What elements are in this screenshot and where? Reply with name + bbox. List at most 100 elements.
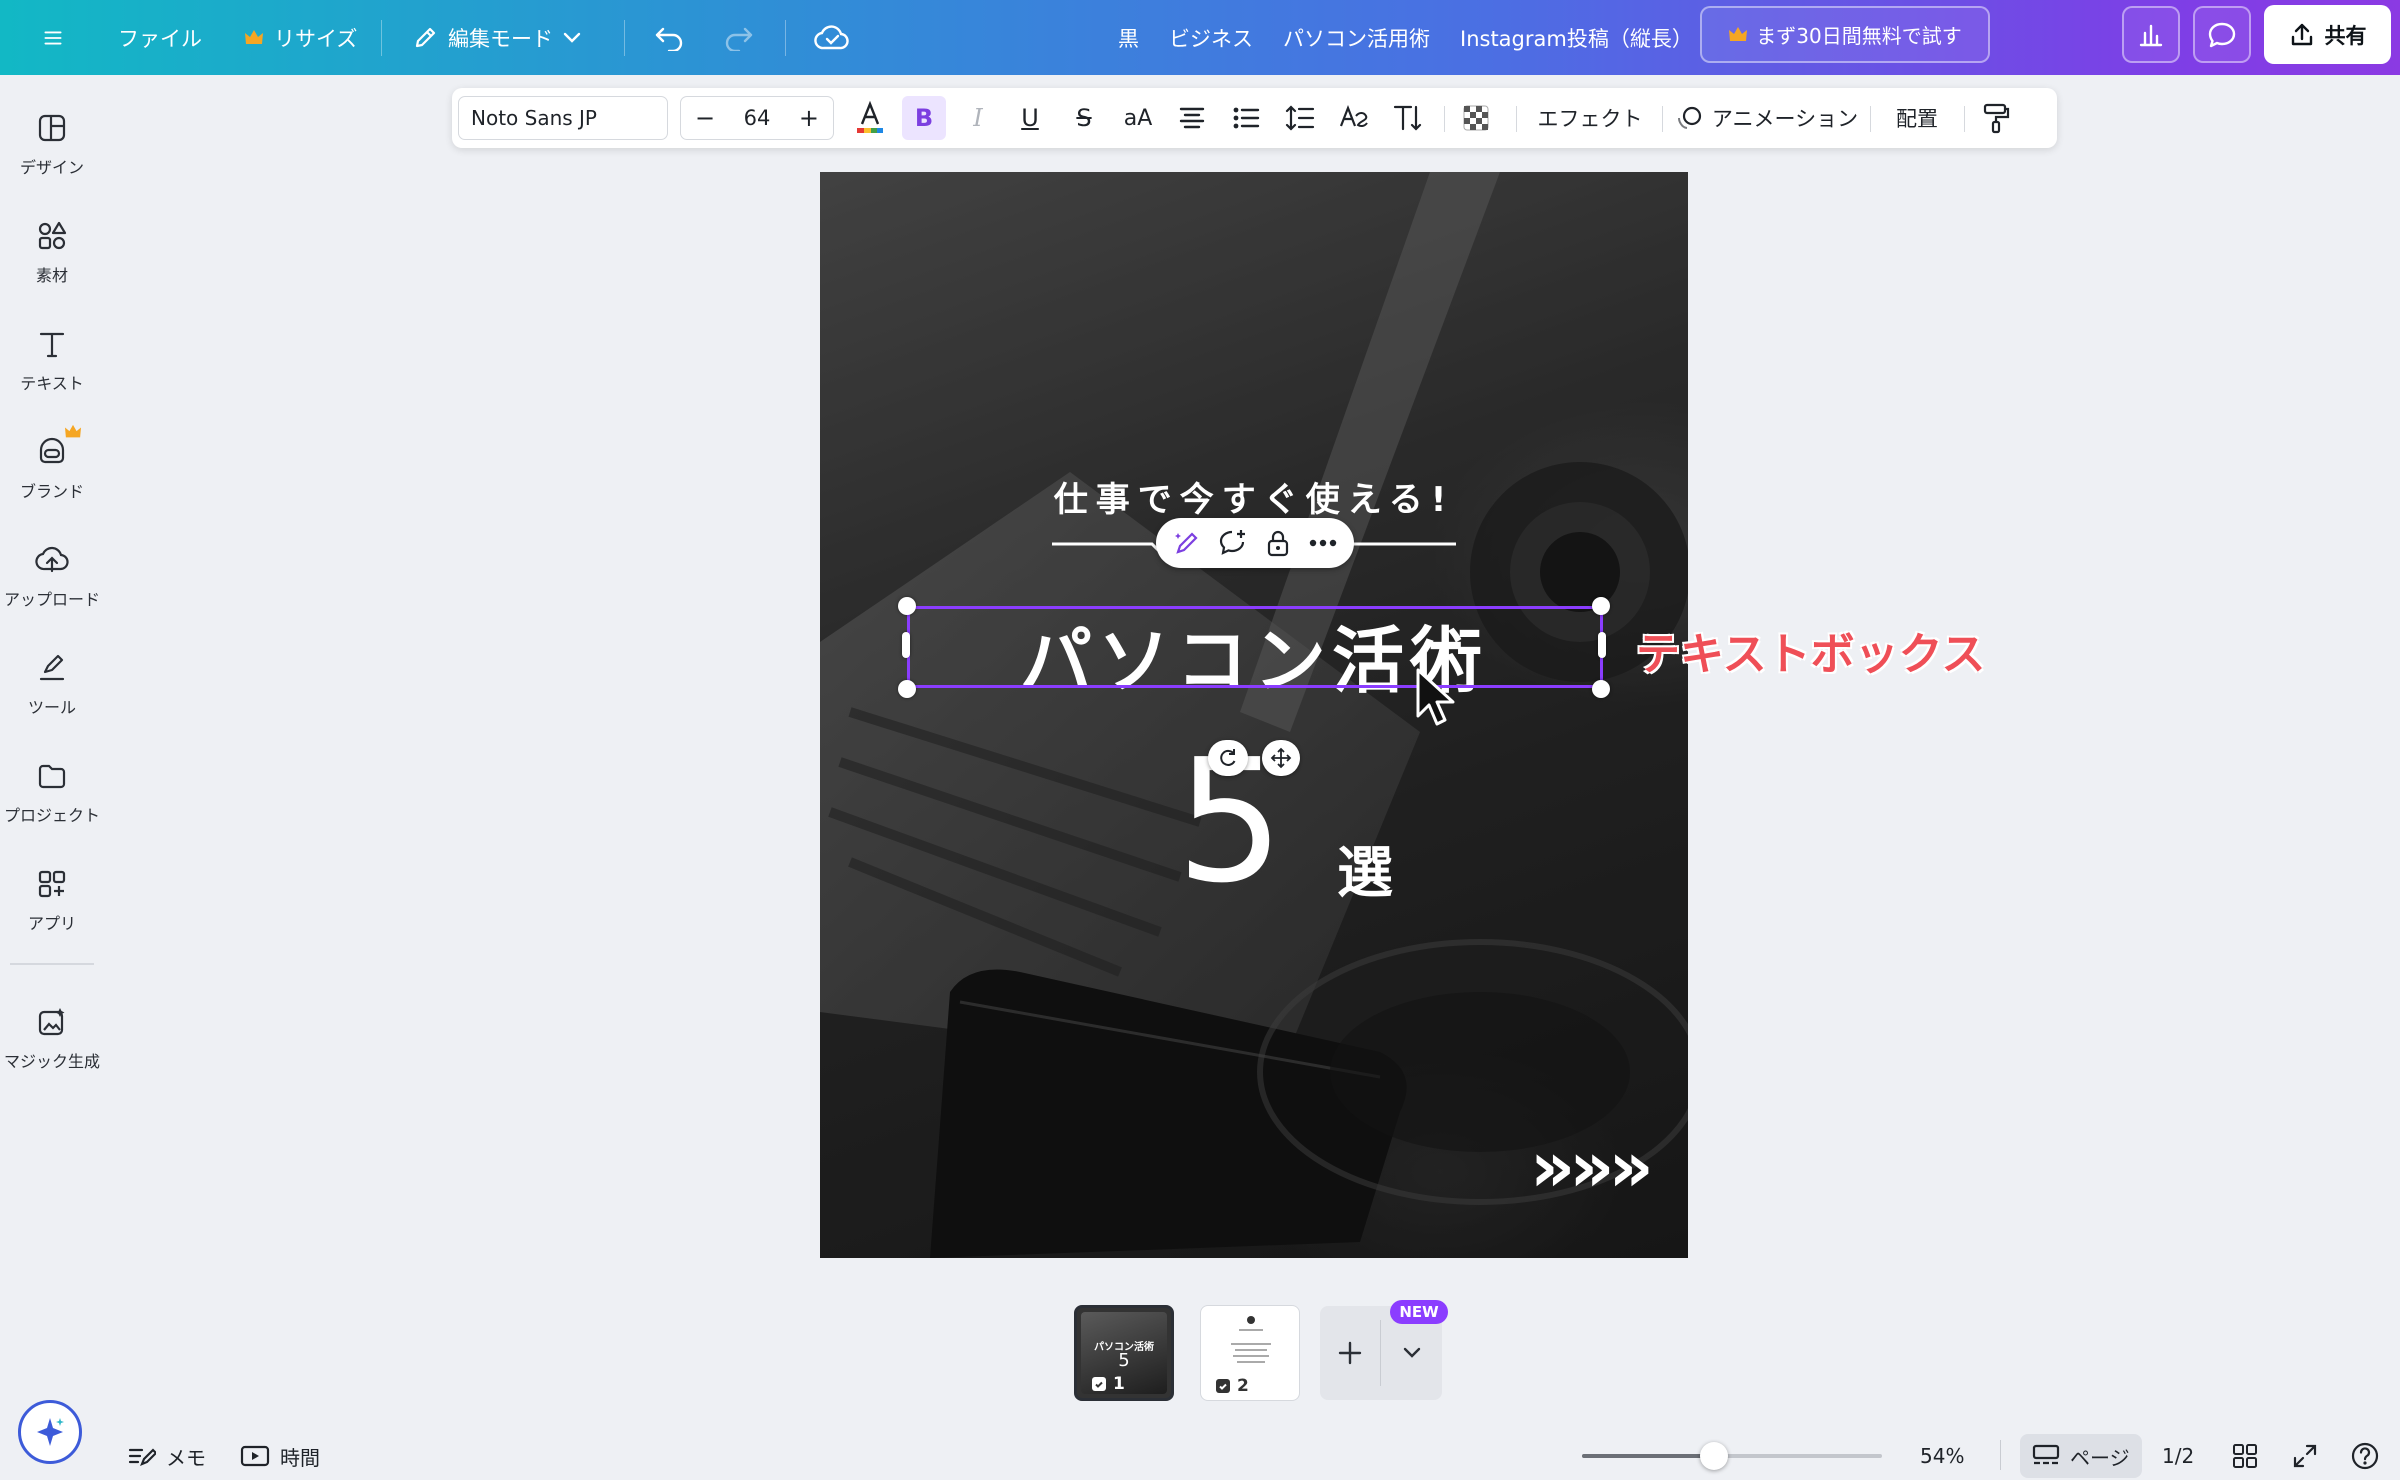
page-thumbnail-2[interactable]: 2 xyxy=(1200,1305,1300,1401)
resize-label: リサイズ xyxy=(274,26,358,51)
timer-play-icon xyxy=(240,1445,270,1467)
more-options-button[interactable] xyxy=(1308,538,1338,548)
move-handle[interactable] xyxy=(1262,740,1300,776)
line-spacing-icon xyxy=(1285,105,1315,131)
chevron-down-icon xyxy=(563,32,581,44)
zoom-slider-thumb[interactable] xyxy=(1700,1442,1728,1470)
magic-assistant-button[interactable] xyxy=(18,1400,82,1464)
comment-plus-icon xyxy=(1219,530,1245,555)
canvas-subtitle[interactable]: 仕事で今すぐ使える! xyxy=(1000,472,1508,521)
more-dots-icon xyxy=(1309,539,1337,547)
resize-handle-left[interactable] xyxy=(902,632,910,658)
font-family-select[interactable]: Noto Sans JP xyxy=(458,96,668,140)
zoom-slider-track[interactable] xyxy=(1582,1442,1882,1470)
bold-button[interactable]: B xyxy=(902,96,946,140)
text-effects-style-button[interactable] xyxy=(1332,96,1376,140)
strikethrough-button[interactable]: S xyxy=(1062,96,1106,140)
crown-icon xyxy=(244,29,264,47)
cloud-sync-button[interactable] xyxy=(800,13,864,62)
copy-style-button[interactable] xyxy=(1974,96,2018,140)
font-size-increase-button[interactable]: + xyxy=(799,104,819,132)
zoom-level[interactable]: 54% xyxy=(1920,1434,1964,1478)
edit-mode-label: 編集モード xyxy=(448,26,553,51)
resize-handle-top-left[interactable] xyxy=(898,597,916,615)
sidebar-item-apps[interactable]: アプリ xyxy=(0,851,104,951)
vertical-text-button[interactable] xyxy=(1386,96,1430,140)
grid-view-button[interactable] xyxy=(2232,1434,2258,1478)
comments-button[interactable] xyxy=(2193,6,2251,63)
underline-button[interactable]: U xyxy=(1008,96,1052,140)
resize-handle-right[interactable] xyxy=(1598,632,1606,658)
position-button[interactable]: 配置 xyxy=(1880,96,1954,140)
cloud-upload-icon xyxy=(35,546,69,573)
transparency-button[interactable] xyxy=(1454,96,1498,140)
letter-case-button[interactable]: aA xyxy=(1116,96,1160,140)
page-layout-icon xyxy=(2032,1444,2060,1465)
animate-label: アニメーション xyxy=(1711,107,1859,131)
sidebar-item-uploads[interactable]: アップロード xyxy=(0,527,104,627)
sidebar-divider xyxy=(10,963,94,965)
hamburger-menu-icon[interactable] xyxy=(30,13,76,62)
add-page-button[interactable] xyxy=(1320,1306,1380,1400)
undo-button[interactable] xyxy=(640,13,700,62)
breadcrumb-item: ビジネス xyxy=(1169,26,1253,51)
left-sidebar: デザイン 素材 テキスト ブランド アップロード ツール プロジェクト アプリ … xyxy=(0,75,104,1480)
resize-handle-top-right[interactable] xyxy=(1592,597,1610,615)
italic-button[interactable]: I xyxy=(956,96,1000,140)
list-button[interactable] xyxy=(1224,96,1268,140)
canvas-number-suffix[interactable]: 選 xyxy=(1330,828,1400,909)
sidebar-item-tools[interactable]: ツール xyxy=(0,635,104,735)
spacing-button[interactable] xyxy=(1278,96,1322,140)
canvas-next-arrows[interactable]: »»» xyxy=(1530,1132,1654,1202)
resize-handle-bottom-left[interactable] xyxy=(898,680,916,698)
redo-button[interactable] xyxy=(708,13,768,62)
font-size-value[interactable]: 64 xyxy=(744,106,771,130)
notes-button[interactable]: メモ xyxy=(128,1434,206,1478)
pages-view-button[interactable]: ページ xyxy=(2020,1434,2142,1478)
breadcrumb: 黒 ビジネス パソコン活用術 Instagram投稿（縦長） xyxy=(1118,13,1693,62)
rotate-handle[interactable] xyxy=(1208,740,1248,776)
free-trial-button[interactable]: まず30日間無料で試す xyxy=(1700,6,1990,63)
sidebar-item-brand[interactable]: ブランド xyxy=(0,419,104,519)
insights-button[interactable] xyxy=(2122,6,2180,63)
bar-chart-icon xyxy=(2139,24,2163,46)
help-button[interactable] xyxy=(2350,1434,2380,1478)
sidebar-item-design[interactable]: デザイン xyxy=(0,95,104,195)
position-label: 配置 xyxy=(1896,107,1938,131)
effects-button[interactable]: エフェクト xyxy=(1530,96,1650,140)
breadcrumb-item: Instagram投稿（縦長） xyxy=(1460,26,1693,51)
font-size-decrease-button[interactable]: − xyxy=(695,104,715,132)
canvas-title-text[interactable]: パソコン活術 xyxy=(908,602,1600,707)
lock-button[interactable] xyxy=(1264,528,1292,558)
page-status-icon xyxy=(1092,1377,1106,1391)
design-page[interactable]: 仕事で今すぐ使える! パソコン活術 5 選 »»» xyxy=(820,172,1688,1258)
crown-icon xyxy=(1728,26,1748,44)
vertical-text-icon xyxy=(1393,105,1422,131)
mouse-cursor-icon xyxy=(1416,668,1455,726)
bullet-list-icon xyxy=(1233,107,1260,129)
sidebar-item-magic-media[interactable]: マジック生成 xyxy=(0,989,104,1089)
top-bar: ファイル リサイズ 編集モード 黒 ビジネス パソコン活用術 Instagram… xyxy=(0,0,2400,75)
paint-roller-icon xyxy=(1983,103,2010,134)
resize-handle-bottom-right[interactable] xyxy=(1592,680,1610,698)
thumbnail-number: 5 xyxy=(1118,1350,1130,1371)
resize-button[interactable]: リサイズ xyxy=(230,13,371,62)
edit-mode-dropdown[interactable]: 編集モード xyxy=(398,13,595,62)
timer-button[interactable]: 時間 xyxy=(240,1434,320,1478)
page-thumbnail-1[interactable]: パソコン活術 5 1 xyxy=(1074,1305,1174,1401)
animate-button[interactable]: アニメーション xyxy=(1674,96,1860,140)
magic-write-button[interactable] xyxy=(1172,528,1202,558)
text-align-button[interactable] xyxy=(1170,96,1214,140)
fullscreen-button[interactable] xyxy=(2292,1434,2318,1478)
transparency-checker-icon xyxy=(1463,105,1489,131)
sidebar-item-projects[interactable]: プロジェクト xyxy=(0,743,104,843)
file-menu-button[interactable]: ファイル xyxy=(104,13,216,62)
text-color-button[interactable] xyxy=(848,96,892,140)
sidebar-label: テキスト xyxy=(20,374,84,393)
add-comment-button[interactable] xyxy=(1218,528,1248,558)
zoom-slider-fill xyxy=(1582,1454,1714,1458)
sidebar-item-elements[interactable]: 素材 xyxy=(0,203,104,303)
sidebar-item-text[interactable]: テキスト xyxy=(0,311,104,411)
share-button[interactable]: 共有 xyxy=(2264,5,2391,64)
sidebar-label: ブランド xyxy=(19,482,84,501)
